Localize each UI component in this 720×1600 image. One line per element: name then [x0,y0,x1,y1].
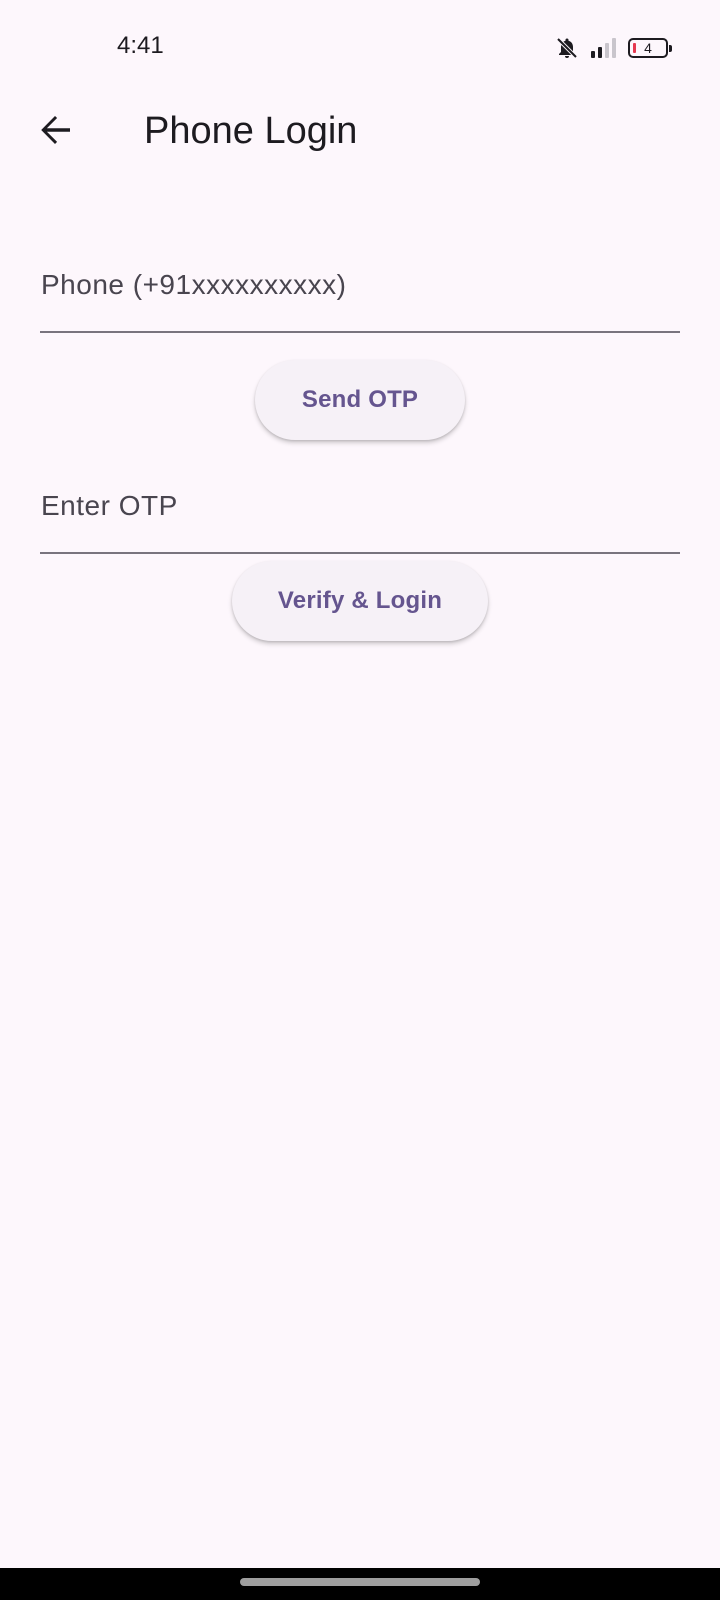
signal-icon [591,38,616,58]
send-otp-button[interactable]: Send OTP [255,360,465,440]
bell-off-icon [555,36,579,60]
otp-input[interactable] [40,466,680,552]
phone-field[interactable]: Phone (+91xxxxxxxxxx) [40,245,680,333]
phone-login-screen: 4:41 4 Phone Login Phone (+91xxxxxxxxxx)… [0,0,720,1600]
battery-icon: 4 [628,38,672,58]
status-time: 4:41 [117,32,164,59]
battery-level: 4 [644,40,652,56]
status-bar: 4:41 4 [0,0,720,96]
arrow-left-icon [38,112,74,153]
page-title: Phone Login [144,110,358,152]
otp-field[interactable]: Enter OTP [40,466,680,554]
verify-login-button[interactable]: Verify & Login [232,561,488,641]
phone-input[interactable] [40,245,680,331]
app-bar: Phone Login [0,96,720,168]
back-button[interactable] [28,104,84,160]
navigation-bar [0,1568,720,1600]
gesture-handle[interactable] [240,1578,480,1586]
status-icons: 4 [555,34,672,62]
